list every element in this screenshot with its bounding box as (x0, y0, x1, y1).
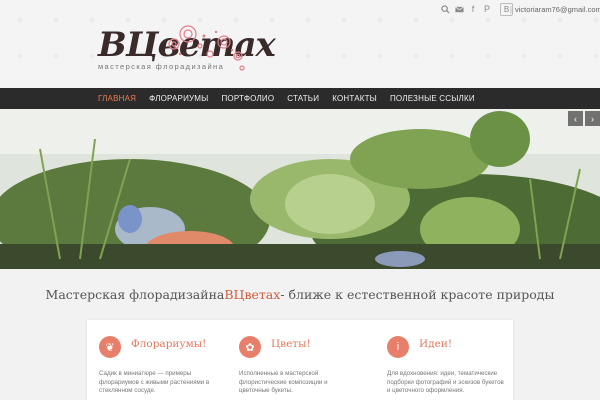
nav-item-portfolio[interactable]: ПОРТФОЛИО (221, 94, 274, 103)
tagline-before: Мастерская флорадизайна (45, 286, 225, 302)
slider-controls: ‹ › (568, 111, 600, 126)
card-title[interactable]: Цветы! (271, 338, 311, 350)
slider-prev-button[interactable]: ‹ (568, 111, 583, 126)
card-text: Исполненные в мастерской флористические … (239, 370, 328, 394)
tagline-after: - ближе к естественной красоте природы (280, 286, 555, 302)
email-text[interactable]: victoriaram76@gmail.com (515, 5, 600, 14)
card-ideas[interactable]: i Идеи! Для вдохновения: идеи, тематичес… (375, 320, 505, 400)
nav-item-useful-links[interactable]: ПОЛЕЗНЫЕ ССЫЛКИ (390, 94, 475, 103)
social-strip: f P B (438, 0, 513, 18)
logo-flowers-decoration (168, 25, 245, 71)
feature-cards: ❦ Флорариумы! Садик в миниатюре — пример… (87, 320, 513, 400)
nav-item-contacts[interactable]: КОНТАКТЫ (332, 94, 377, 103)
card-text: Для вдохновения: идеи, тематические подб… (387, 370, 504, 394)
card-florariums[interactable]: ❦ Флорариумы! Садик в миниатюре — пример… (87, 320, 217, 400)
tulip-icon: ✿ (239, 336, 261, 358)
header: f P B | victoriaram76@gmail.com ВЦветах … (0, 0, 600, 88)
nav-item-home[interactable]: ГЛАВНАЯ (98, 94, 136, 103)
hero-slider-image[interactable] (0, 109, 600, 269)
card-title[interactable]: Идеи! (419, 338, 452, 350)
main-nav: ГЛАВНАЯ ФЛОРАРИУМЫ ПОРТФОЛИО СТАТЬИ КОНТ… (0, 88, 600, 109)
card-title[interactable]: Флорариумы! (131, 338, 206, 350)
pinterest-icon[interactable]: P (479, 1, 495, 17)
card-flowers[interactable]: ✿ Цветы! Исполненные в мастерской флорис… (227, 320, 357, 400)
card-text: Садик в миниатюре — примеры флорариумов … (99, 370, 210, 394)
email-separator: | (510, 4, 512, 14)
nav-item-florariums[interactable]: ФЛОРАРИУМЫ (149, 94, 208, 103)
tagline: Мастерская флорадизайна ВЦветах - ближе … (0, 269, 600, 319)
contact-email[interactable]: | victoriaram76@gmail.com (510, 2, 600, 16)
tagline-brand[interactable]: ВЦветах (224, 287, 280, 302)
nav-item-articles[interactable]: СТАТЬИ (287, 94, 319, 103)
leaf-icon: ❦ (99, 336, 121, 358)
info-icon: i (387, 336, 409, 358)
hero-terrarium-illustration (0, 109, 600, 269)
slider-next-button[interactable]: › (585, 111, 600, 126)
